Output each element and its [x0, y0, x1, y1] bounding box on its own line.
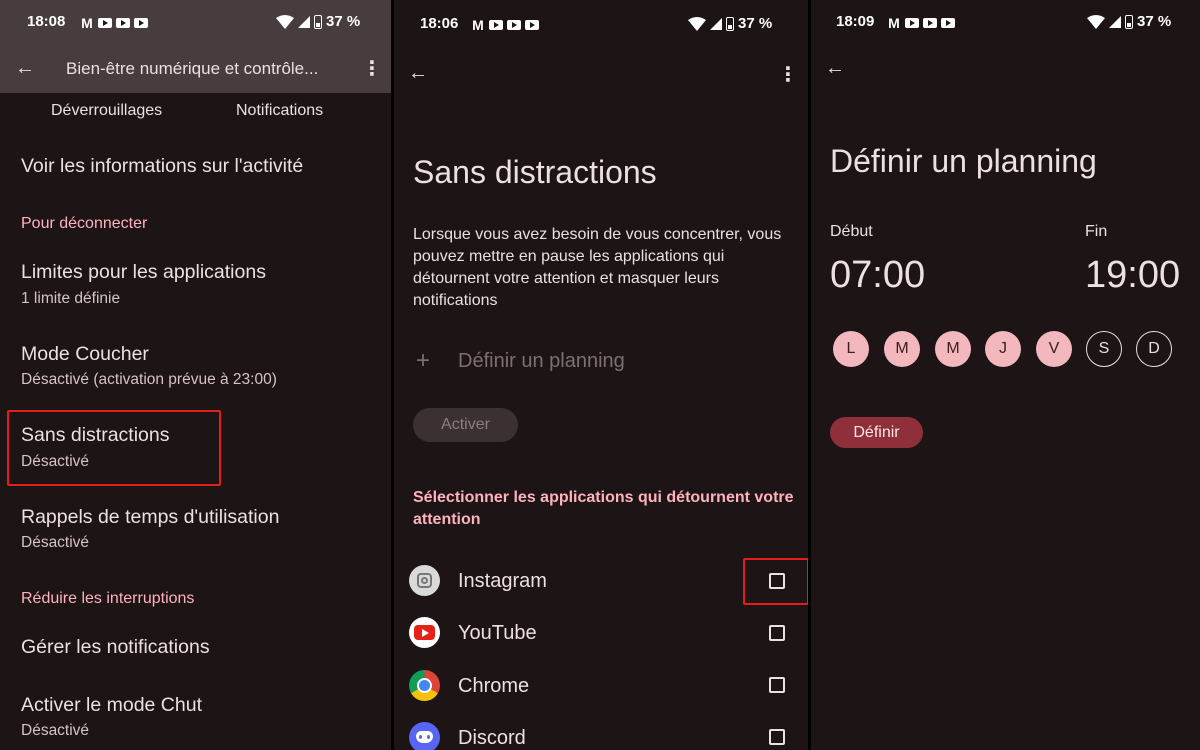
schedule-screen: 18:09 M 37 % ← Définir un planning Début… — [811, 0, 1200, 750]
item-title: Limites pour les applications — [21, 261, 266, 283]
signal-icon — [298, 15, 310, 28]
gmail-icon: M — [888, 15, 900, 31]
notification-icons: M — [80, 15, 148, 31]
digital-wellbeing-screen: 18:08 M 37 % ← Bien-être numérique et co… — [0, 0, 391, 750]
notification-icons: M — [471, 17, 539, 33]
activate-button[interactable]: Activer — [413, 408, 518, 442]
youtube-icon — [941, 18, 955, 28]
day-friday[interactable]: V — [1036, 331, 1072, 367]
item-subtitle: Désactivé — [21, 534, 90, 551]
youtube-icon — [905, 18, 919, 28]
description: Lorsque vous avez besoin de vous concent… — [413, 226, 782, 309]
tab-notifications[interactable]: Notifications — [236, 102, 323, 120]
youtube-icon — [507, 20, 521, 30]
tab-unlocks[interactable]: Déverrouillages — [51, 102, 162, 120]
item-title: Activer le mode Chut — [21, 694, 202, 716]
battery-percent: 37 % — [1137, 13, 1172, 30]
plus-icon: + — [416, 347, 431, 374]
status-time: 18:08 — [27, 13, 66, 30]
checkbox-icon[interactable] — [769, 677, 785, 693]
battery-icon — [726, 16, 734, 31]
day-thursday[interactable]: J — [985, 331, 1021, 367]
back-arrow-icon[interactable]: ← — [15, 57, 35, 80]
back-arrow-icon[interactable]: ← — [825, 57, 845, 80]
youtube-icon — [525, 20, 539, 30]
view-activity-link[interactable]: Voir les informations sur l'activité — [21, 155, 303, 178]
more-vert-icon[interactable]: ⋮ — [778, 62, 798, 87]
section-interruptions: Réduire les interruptions — [21, 590, 195, 607]
gmail-icon: M — [81, 15, 93, 31]
highlight-box — [7, 410, 221, 486]
page-title: Définir un planning — [830, 143, 1097, 179]
item-subtitle: Désactivé (activation prévue à 23:00) — [21, 371, 277, 388]
checkbox-icon[interactable] — [769, 729, 785, 745]
item-title: Rappels de temps d'utilisation — [21, 506, 280, 528]
youtube-icon — [923, 18, 937, 28]
status-right: 37 % — [1087, 13, 1171, 30]
instagram-icon — [409, 565, 440, 596]
discord-icon — [409, 722, 440, 750]
wifi-icon — [688, 16, 706, 31]
youtube-icon — [116, 18, 130, 28]
checkbox-icon[interactable] — [769, 625, 785, 641]
battery-icon — [314, 14, 322, 29]
focus-mode-screen: 18:06 M 37 % ← ⋮ Sans distractions Lorsq… — [394, 0, 808, 750]
page-title: Sans distractions — [413, 154, 657, 190]
app-name: Chrome — [458, 675, 530, 697]
status-time: 18:06 — [420, 15, 459, 32]
end-time[interactable]: 19:00 — [1085, 254, 1180, 297]
app-name: Instagram — [458, 570, 547, 592]
schedule-label: Définir un planning — [458, 350, 625, 372]
battery-icon — [1125, 14, 1133, 29]
day-tuesday[interactable]: M — [884, 331, 920, 367]
battery-percent: 37 % — [738, 15, 773, 32]
select-apps-heading: Sélectionner les applications qui détour… — [413, 489, 794, 528]
status-right: 37 % — [688, 15, 772, 32]
signal-icon — [1109, 15, 1121, 28]
notification-icons: M — [887, 15, 955, 31]
youtube-icon — [134, 18, 148, 28]
wifi-icon — [1087, 14, 1105, 29]
item-subtitle: 1 limite définie — [21, 290, 121, 307]
item-subtitle: Désactivé — [21, 722, 90, 739]
start-label: Début — [830, 223, 873, 240]
day-saturday[interactable]: S — [1086, 331, 1122, 367]
signal-icon — [710, 17, 722, 30]
youtube-icon — [409, 617, 440, 648]
youtube-icon — [98, 18, 112, 28]
youtube-icon — [489, 20, 503, 30]
start-time[interactable]: 07:00 — [830, 254, 925, 297]
more-vert-icon[interactable]: ⋮ — [362, 56, 382, 81]
day-monday[interactable]: L — [833, 331, 869, 367]
status-time: 18:09 — [836, 13, 875, 30]
day-wednesday[interactable]: M — [935, 331, 971, 367]
page-title: Bien-être numérique et contrôle... — [66, 59, 319, 78]
gmail-icon: M — [472, 17, 484, 33]
status-right: 37 % — [276, 13, 360, 30]
back-arrow-icon[interactable]: ← — [408, 62, 428, 85]
chrome-icon — [409, 670, 440, 701]
end-label: Fin — [1085, 223, 1108, 240]
app-name: Discord — [458, 727, 526, 749]
day-sunday[interactable]: D — [1136, 331, 1172, 367]
manage-notifications-link[interactable]: Gérer les notifications — [21, 636, 210, 659]
section-disconnect: Pour déconnecter — [21, 215, 148, 232]
define-button[interactable]: Définir — [830, 417, 923, 448]
app-name: YouTube — [458, 622, 537, 644]
battery-percent: 37 % — [326, 13, 361, 30]
highlight-box — [743, 558, 808, 605]
item-title: Mode Coucher — [21, 343, 149, 365]
wifi-icon — [276, 14, 294, 29]
